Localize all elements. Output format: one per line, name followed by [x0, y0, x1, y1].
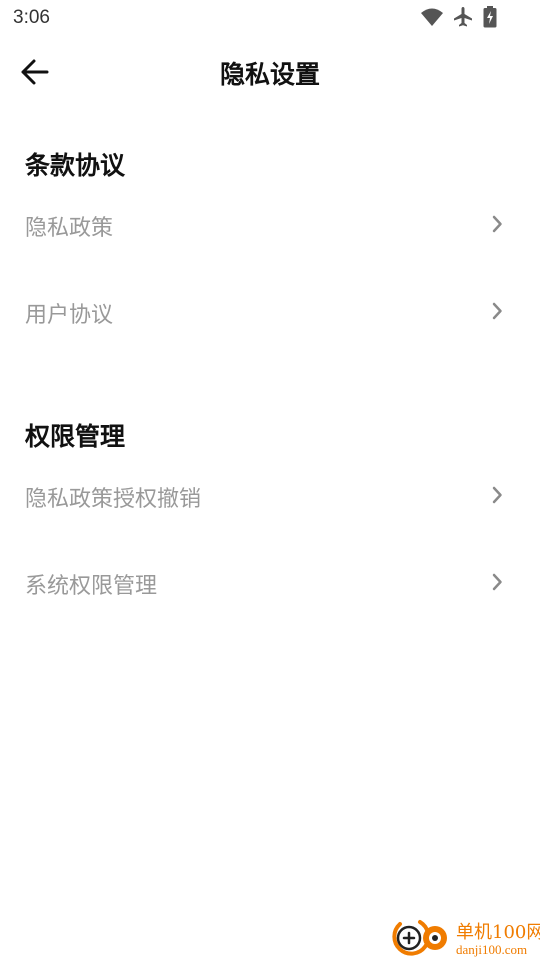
chevron-right-icon — [492, 302, 502, 320]
menu-item-revoke-privacy-authorization[interactable]: 隐私政策授权撤销 — [0, 467, 540, 523]
menu-item-user-agreement[interactable]: 用户协议 — [0, 283, 540, 339]
watermark: 单机100网 danji100.com — [390, 914, 540, 960]
watermark-logo-icon — [392, 920, 447, 956]
section-title-terms: 条款协议 — [25, 151, 126, 180]
chevron-right-icon — [492, 215, 502, 233]
chevron-right-icon — [492, 573, 502, 591]
menu-item-label: 系统权限管理 — [25, 574, 158, 599]
status-time: 3:06 — [13, 7, 50, 28]
chevron-right-icon — [492, 486, 502, 504]
wifi-icon — [421, 8, 443, 26]
menu-item-system-permissions[interactable]: 系统权限管理 — [0, 554, 540, 610]
menu-item-label: 用户协议 — [25, 303, 114, 328]
page-title: 隐私设置 — [219, 60, 320, 89]
menu-item-label: 隐私政策授权撤销 — [25, 487, 202, 512]
menu-item-label: 隐私政策 — [25, 216, 114, 241]
watermark-name: 单机100网 — [456, 922, 540, 943]
app-bar: 隐私设置 — [0, 40, 540, 104]
status-bar: 3:06 — [0, 0, 540, 36]
airplane-mode-icon — [454, 7, 472, 27]
watermark-domain: danji100.com — [456, 942, 528, 957]
battery-charging-icon — [483, 6, 497, 28]
menu-item-privacy-policy[interactable]: 隐私政策 — [0, 196, 540, 252]
section-title-permissions: 权限管理 — [25, 422, 126, 451]
